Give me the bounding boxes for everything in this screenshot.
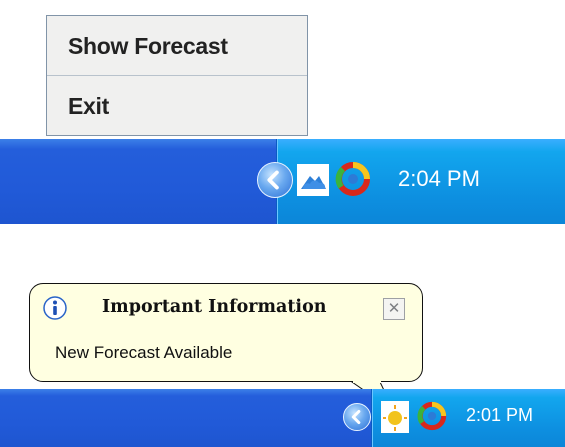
taskbar-clock[interactable]: 2:01 PM xyxy=(466,405,533,426)
taskbar-bottom: 2:01 PM xyxy=(0,389,565,447)
show-hidden-icons-button[interactable] xyxy=(343,403,371,431)
balloon-title: Important Information xyxy=(102,297,327,317)
chevron-left-icon xyxy=(351,409,361,425)
colorful-ring-icon[interactable] xyxy=(335,161,371,197)
menu-item-exit[interactable]: Exit xyxy=(47,77,307,135)
forecast-sun-icon[interactable] xyxy=(381,401,409,433)
balloon-notification[interactable]: Important Information ✕ New Forecast Ava… xyxy=(29,283,423,382)
menu-divider xyxy=(47,75,307,76)
show-hidden-icons-button[interactable] xyxy=(257,162,293,198)
chevron-left-icon xyxy=(267,170,279,190)
balloon-message: New Forecast Available xyxy=(55,343,233,362)
colorful-ring-icon[interactable] xyxy=(417,401,447,431)
tray-context-menu: Show Forecast Exit xyxy=(46,15,308,136)
taskbar-clock[interactable]: 2:04 PM xyxy=(398,166,480,192)
info-icon xyxy=(43,296,67,320)
menu-item-show-forecast[interactable]: Show Forecast xyxy=(47,17,307,75)
close-icon: ✕ xyxy=(387,299,401,317)
forecast-cloud-icon[interactable] xyxy=(297,164,329,196)
taskbar-top: 2:04 PM xyxy=(0,139,565,224)
balloon-close-button[interactable]: ✕ xyxy=(383,298,405,320)
